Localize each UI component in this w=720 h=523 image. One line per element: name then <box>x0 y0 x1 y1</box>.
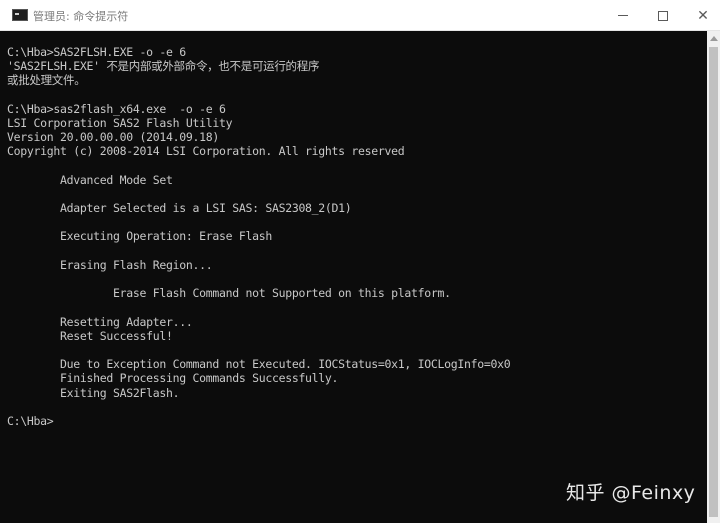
vertical-scrollbar[interactable] <box>707 31 720 523</box>
console-line: Adapter Selected is a LSI SAS: SAS2308_2… <box>7 201 352 216</box>
console-line: 'SAS2FLSH.EXE' 不是内部或外部命令，也不是可运行的程序 <box>7 59 320 74</box>
console-output[interactable]: C:\Hba>SAS2FLSH.EXE -o -e 6 'SAS2FLSH.EXE… <box>0 31 707 523</box>
maximize-icon <box>658 10 668 21</box>
console-line: Reset Successful! <box>7 328 173 343</box>
scrollbar-thumb[interactable] <box>709 47 718 517</box>
command-prompt-window: 管理员: 命令提示符 ✕ C:\Hba>SAS2FLSH.EXE -o -e 6… <box>0 0 720 523</box>
console-line: Finished Processing Commands Successfull… <box>7 371 339 386</box>
console-line: Erase Flash Command not Supported on thi… <box>7 286 451 301</box>
console-app-icon[interactable] <box>12 9 28 21</box>
console-line: LSI Corporation SAS2 Flash Utility <box>7 115 233 130</box>
console-line: Due to Exception Command not Executed. I… <box>7 357 511 372</box>
console-line: Exiting SAS2Flash. <box>7 385 180 400</box>
console-line: Version 20.00.00.00 (2014.09.18) <box>7 130 219 145</box>
window-title: 管理员: 命令提示符 <box>33 10 129 23</box>
minimize-icon <box>618 15 628 16</box>
console-line: C:\Hba>SAS2FLSH.EXE -o -e 6 <box>7 45 186 59</box>
console-line: 或批处理文件。 <box>7 73 86 88</box>
chevron-up-icon <box>709 35 718 41</box>
close-icon: ✕ <box>697 7 709 24</box>
console-line: Resetting Adapter... <box>7 314 193 329</box>
title-bar[interactable]: 管理员: 命令提示符 ✕ <box>0 0 720 31</box>
console-line: C:\Hba> <box>7 413 54 428</box>
console-line: Advanced Mode Set <box>7 172 173 187</box>
console-line: Copyright (c) 2008-2014 LSI Corporation.… <box>7 144 405 159</box>
watermark: 知乎 @Feinxy <box>566 482 696 504</box>
console-line: Executing Operation: Erase Flash <box>7 229 272 244</box>
console-line: C:\Hba>sas2flash_x64.exe -o -e 6 <box>7 101 226 116</box>
console-line: Erasing Flash Region... <box>7 257 213 272</box>
scroll-up-button[interactable] <box>707 31 720 45</box>
close-button[interactable]: ✕ <box>680 0 720 31</box>
